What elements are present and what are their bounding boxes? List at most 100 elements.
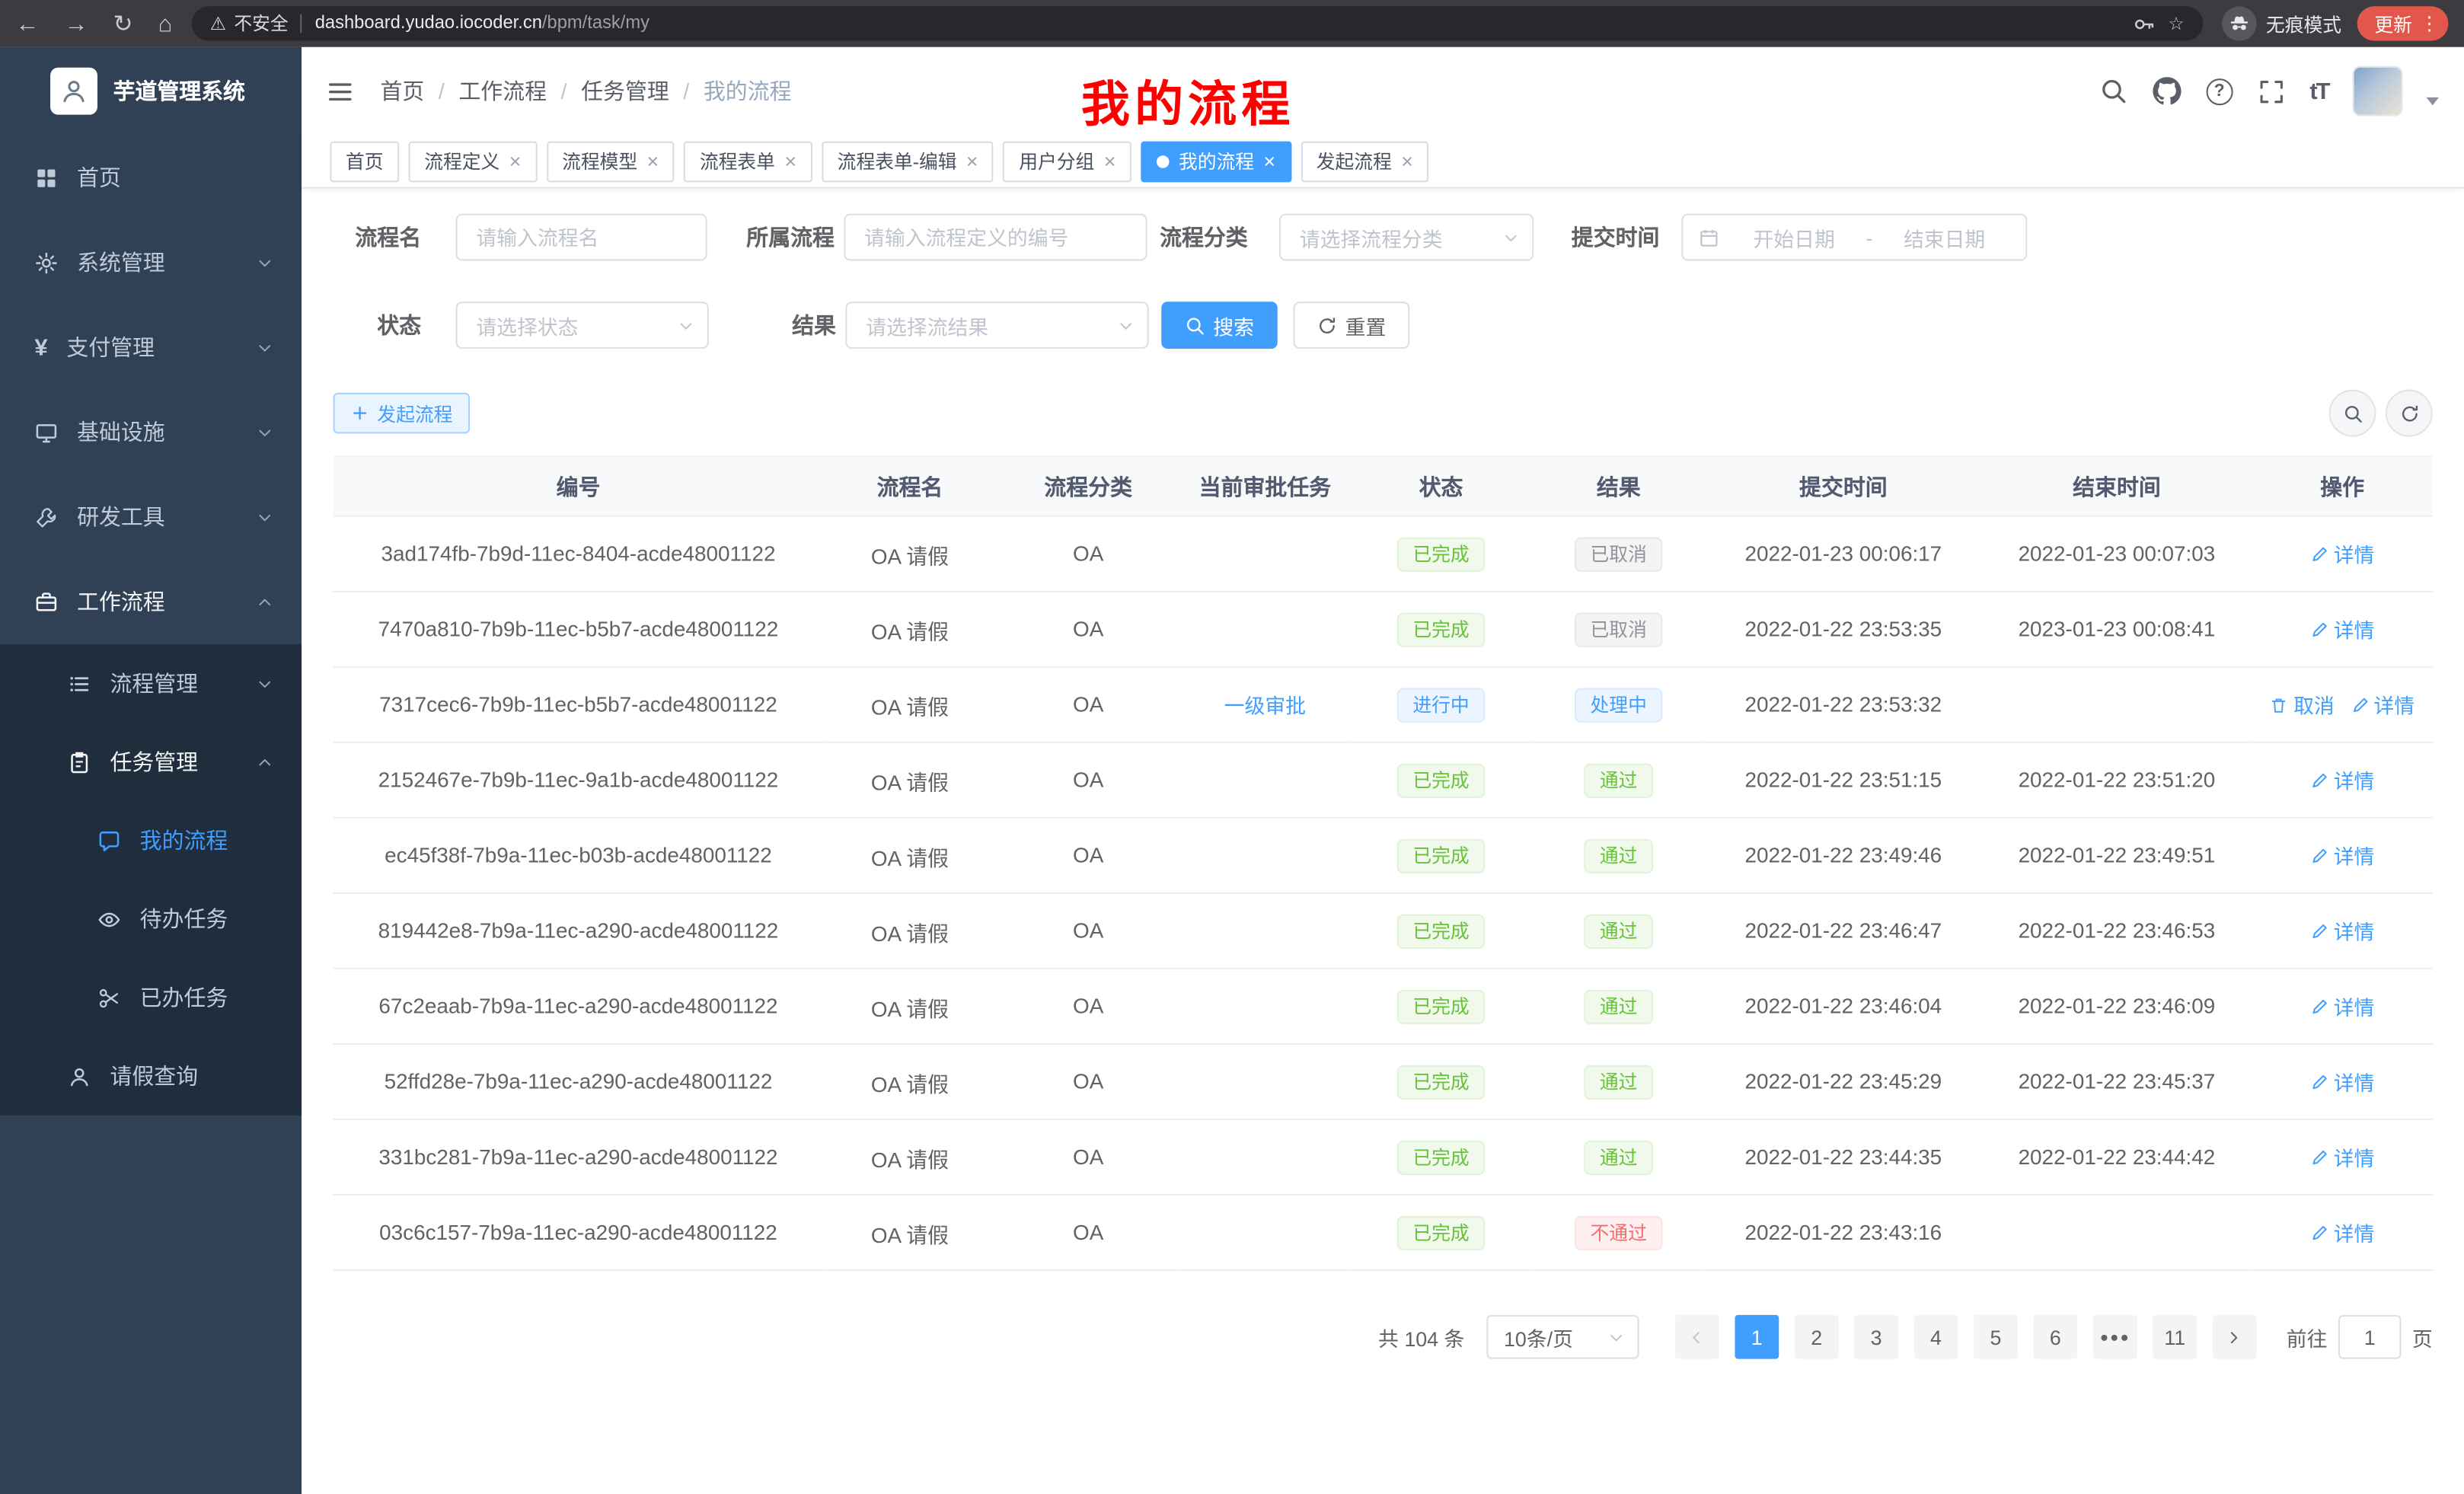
avatar[interactable]: [2354, 68, 2402, 115]
toggle-search-button[interactable]: [2329, 390, 2376, 437]
goto-page-input[interactable]: [2338, 1315, 2402, 1359]
tag-tab-process-definition[interactable]: 流程定义 ×: [409, 141, 537, 182]
page-button-2[interactable]: 2: [1795, 1315, 1839, 1359]
sidebar-item-infrastructure[interactable]: 基础设施: [0, 390, 302, 474]
sidebar-item-system[interactable]: 系统管理: [0, 220, 302, 305]
cell-actions: 详情: [2252, 893, 2432, 969]
reset-button[interactable]: 重置: [1294, 302, 1410, 349]
app-title: 芋道管理系统: [113, 75, 245, 107]
home-icon[interactable]: ⌂: [158, 11, 173, 35]
prev-page-button[interactable]: [1675, 1315, 1719, 1359]
start-process-label: 发起流程: [377, 400, 452, 426]
result-tag: 通过: [1584, 838, 1653, 873]
breadcrumb-home[interactable]: 首页: [380, 75, 424, 107]
page-button-3[interactable]: 3: [1854, 1315, 1898, 1359]
owning-process-input[interactable]: [844, 214, 1147, 261]
browser-menu-icon[interactable]: ⋮: [2420, 13, 2439, 35]
detail-link[interactable]: 详情: [2310, 1142, 2375, 1172]
sidebar-item-workflow[interactable]: 工作流程: [0, 559, 302, 643]
forward-icon[interactable]: →: [65, 11, 88, 35]
detail-link[interactable]: 详情: [2310, 615, 2375, 644]
category-select[interactable]: 请选择流程分类: [1279, 214, 1534, 261]
detail-link[interactable]: 详情: [2310, 765, 2375, 795]
address-bar[interactable]: ⚠ 不安全 dashboard.yudao.iocoder.cn/bpm/tas…: [191, 6, 2203, 40]
breadcrumb-task-management[interactable]: 任务管理: [581, 75, 669, 107]
tag-tab-start-process[interactable]: 发起流程 ×: [1301, 141, 1428, 182]
sidebar-item-devtools[interactable]: 研发工具: [0, 474, 302, 559]
tag-tab-process-model[interactable]: 流程模型 ×: [546, 141, 674, 182]
close-icon[interactable]: ×: [784, 151, 796, 171]
cell-name: OA 请假: [823, 818, 996, 893]
tag-tab-user-group[interactable]: 用户分组 ×: [1004, 141, 1131, 182]
sidebar-item-label: 我的流程: [140, 825, 273, 856]
sidebar-item-task-management[interactable]: 任务管理: [0, 723, 302, 801]
close-icon[interactable]: ×: [1104, 151, 1116, 171]
sidebar-item-todo-tasks[interactable]: 待办任务: [0, 879, 302, 958]
current-task-link[interactable]: 一级审批: [1224, 690, 1306, 720]
sidebar-item-process-management[interactable]: 流程管理: [0, 644, 302, 723]
detail-link[interactable]: 详情: [2310, 841, 2375, 870]
page-size-select[interactable]: 10条/页: [1486, 1315, 1639, 1359]
password-key-icon[interactable]: [2132, 11, 2156, 35]
detail-link[interactable]: 详情: [2350, 690, 2415, 720]
close-icon[interactable]: ×: [509, 151, 522, 171]
close-icon[interactable]: ×: [647, 151, 659, 171]
tag-tab-home[interactable]: 首页: [330, 141, 399, 182]
tag-tab-process-form-edit[interactable]: 流程表单-编辑 ×: [822, 141, 994, 182]
refresh-table-button[interactable]: [2386, 390, 2433, 437]
result-select[interactable]: 请选择流结果: [845, 302, 1148, 349]
detail-link[interactable]: 详情: [2310, 916, 2375, 946]
bookmark-star-icon[interactable]: ☆: [2168, 13, 2184, 35]
next-page-button[interactable]: [2213, 1315, 2257, 1359]
cancel-link[interactable]: 取消: [2270, 690, 2335, 720]
font-size-icon[interactable]: tT: [2309, 78, 2328, 104]
sidebar-item-label: 基础设施: [77, 417, 238, 448]
status-select[interactable]: 请选择状态: [456, 302, 709, 349]
page-button-6[interactable]: 6: [2033, 1315, 2077, 1359]
page-button-4[interactable]: 4: [1914, 1315, 1958, 1359]
breadcrumb-workflow[interactable]: 工作流程: [458, 75, 547, 107]
sidebar-item-done-tasks[interactable]: 已办任务: [0, 958, 302, 1036]
security-chip[interactable]: ⚠ 不安全: [210, 11, 289, 36]
sidebar-collapse-icon[interactable]: [327, 78, 353, 104]
detail-link[interactable]: 详情: [2310, 1067, 2375, 1097]
search-button[interactable]: 搜索: [1161, 302, 1278, 349]
cell-submit-time: 2022-01-22 23:51:15: [1705, 742, 1981, 818]
reload-icon[interactable]: ↻: [113, 11, 133, 35]
close-icon[interactable]: ×: [1401, 151, 1413, 171]
fullscreen-icon[interactable]: [2258, 78, 2284, 104]
cell-category: OA: [996, 969, 1179, 1044]
back-icon[interactable]: ←: [16, 11, 40, 35]
sidebar-item-my-process[interactable]: 我的流程: [0, 801, 302, 879]
col-status: 状态: [1350, 456, 1532, 516]
col-current-task: 当前审批任务: [1180, 456, 1350, 516]
sidebar-item-payment[interactable]: ¥ 支付管理: [0, 305, 302, 389]
detail-link[interactable]: 详情: [2310, 539, 2375, 569]
calendar-icon: [1699, 227, 1719, 247]
page-button-5[interactable]: 5: [1974, 1315, 2018, 1359]
tag-tab-my-process[interactable]: 我的流程 ×: [1141, 141, 1291, 182]
update-button[interactable]: 更新 ⋮: [2357, 6, 2449, 40]
close-icon[interactable]: ×: [966, 151, 978, 171]
cell-actions: 详情: [2252, 592, 2432, 667]
detail-link[interactable]: 详情: [2310, 1218, 2375, 1247]
tag-tab-process-form[interactable]: 流程表单 ×: [684, 141, 812, 182]
page-button-1[interactable]: 1: [1735, 1315, 1779, 1359]
detail-link[interactable]: 详情: [2310, 991, 2375, 1021]
sidebar-item-home[interactable]: 首页: [0, 135, 302, 219]
filter-category: 流程分类 请选择流程分类: [1160, 214, 1534, 261]
chevron-up-icon: [256, 593, 273, 611]
more-pages-button[interactable]: ●●●: [2093, 1315, 2137, 1359]
help-icon[interactable]: ?: [2206, 78, 2233, 104]
chevron-down-icon[interactable]: [2427, 97, 2440, 104]
app-logo[interactable]: 芋道管理系统: [0, 47, 302, 136]
cell-actions: 详情: [2252, 742, 2432, 818]
github-icon[interactable]: [2153, 77, 2181, 105]
start-process-button[interactable]: 发起流程: [334, 393, 471, 434]
search-icon[interactable]: [2099, 77, 2127, 105]
sidebar-item-leave-query[interactable]: 请假查询: [0, 1037, 302, 1116]
date-range-picker[interactable]: 开始日期 - 结束日期: [1681, 214, 2027, 261]
page-button-last[interactable]: 11: [2153, 1315, 2197, 1359]
close-icon[interactable]: ×: [1263, 151, 1275, 171]
process-name-input[interactable]: [456, 214, 707, 261]
